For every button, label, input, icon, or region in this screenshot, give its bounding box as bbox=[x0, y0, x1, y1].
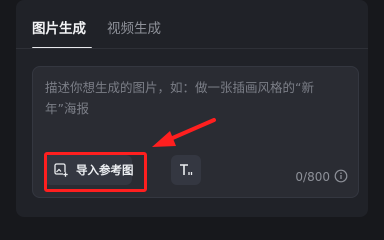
info-icon[interactable] bbox=[334, 169, 348, 183]
text-style-button[interactable] bbox=[171, 155, 201, 185]
tab-image-generation[interactable]: 图片生成 bbox=[32, 18, 86, 40]
character-counter: 0/800 bbox=[295, 170, 330, 184]
prompt-placeholder: 描述你想生成的图片，如：做一张插画风格的“新年”海报 bbox=[45, 80, 314, 116]
text-format-icon bbox=[180, 164, 193, 175]
annotation-highlight-box bbox=[44, 152, 147, 192]
tabs-divider bbox=[16, 48, 368, 49]
tab-video-generation[interactable]: 视频生成 bbox=[107, 18, 161, 40]
